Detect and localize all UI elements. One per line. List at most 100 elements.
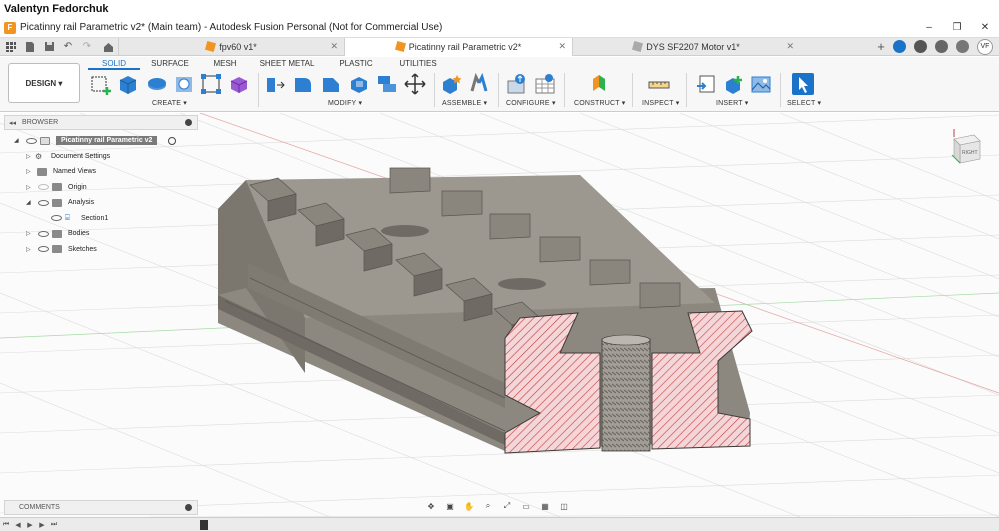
tab-utilities[interactable]: UTILITIES [388,59,448,70]
press-pull-icon[interactable] [264,73,286,95]
inspect-menu[interactable]: INSPECT ▾ [642,99,679,107]
modify-menu[interactable]: MODIFY ▾ [328,99,362,107]
expand-triangle-icon[interactable]: ▷ [26,168,35,175]
tab-picatinny-rail[interactable]: Picatinny rail Parametric v2* ✕ [344,37,572,56]
notifications-icon[interactable] [935,40,948,53]
tab-sheet-metal[interactable]: SHEET METAL [250,59,324,70]
user-avatar[interactable]: VF [977,38,993,55]
expand-triangle-icon[interactable]: ▷ [26,230,35,237]
configure-table-icon[interactable] [534,73,556,95]
orbit-icon[interactable]: ✥ [424,500,438,512]
visibility-eye-icon[interactable] [26,137,37,144]
measure-icon[interactable] [648,73,670,95]
tab-fpv60[interactable]: fpv60 v1* ✕ [118,37,344,56]
visibility-eye-icon[interactable] [38,184,49,191]
close-button[interactable]: ✕ [971,22,999,33]
new-component-icon[interactable] [440,73,462,95]
timeline-start-icon[interactable]: ⏮ [0,521,12,529]
chamfer-icon[interactable] [320,73,342,95]
combine-icon[interactable] [376,73,398,95]
apps-grid-icon[interactable] [3,39,19,55]
tab-dys-motor[interactable]: DYS SF2207 Motor v1* ✕ [572,37,800,56]
browser-item-section1[interactable]: ⌸ Section1 [14,211,157,227]
new-tab-icon[interactable]: + [873,39,889,55]
display-settings-icon[interactable]: ▭ [519,500,533,512]
maximize-button[interactable]: ❐ [943,22,971,33]
look-at-icon[interactable]: ▣ [443,500,457,512]
timeline-marker[interactable] [200,520,208,530]
browser-item-document-settings[interactable]: ▷ ⚙ Document Settings [14,149,157,165]
save-icon[interactable] [41,39,57,55]
collapse-triangle-icon[interactable]: ◢ [26,199,35,206]
visibility-eye-icon[interactable] [38,246,49,253]
insert-menu[interactable]: INSERT ▾ [716,99,748,107]
joint-icon[interactable] [468,72,490,95]
select-menu[interactable]: SELECT ▾ [787,99,821,107]
job-status-icon[interactable] [893,40,906,53]
close-tab-icon[interactable]: ✕ [330,41,338,52]
timeline-forward-icon[interactable]: ▶ [36,521,48,529]
expand-triangle-icon[interactable]: ▷ [26,246,35,253]
extensions-icon[interactable] [914,40,927,53]
file-menu-icon[interactable] [22,39,38,55]
insert-canvas-icon[interactable] [750,73,772,95]
change-parameters-icon[interactable] [506,73,528,95]
collapse-arrows-icon[interactable]: ◂◂ [9,119,16,127]
timeline-play-icon[interactable]: ▶ [24,521,36,529]
construct-plane-icon[interactable] [588,73,610,95]
undo-icon[interactable]: ↶ [60,39,76,55]
expand-triangle-icon[interactable]: ▷ [26,184,35,191]
create-hole-icon[interactable] [173,73,195,95]
insert-derive-icon[interactable] [695,73,717,95]
assemble-menu[interactable]: ASSEMBLE ▾ [442,99,487,107]
insert-component-icon[interactable] [723,73,745,95]
tab-solid[interactable]: SOLID [88,59,140,70]
browser-item-sketches[interactable]: ▷ Sketches [14,242,157,258]
create-box-icon[interactable] [117,73,139,95]
select-cursor-icon[interactable] [792,73,814,95]
viewcube[interactable]: RIGHT [948,125,982,167]
tab-mesh[interactable]: MESH [200,59,250,70]
configure-menu[interactable]: CONFIGURE ▾ [506,99,556,107]
fit-icon[interactable]: ⤢ [500,500,514,512]
help-icon[interactable] [956,40,969,53]
picatinny-rail-model[interactable] [218,167,753,454]
3d-viewport[interactable]: ◂◂ BROWSER ◢ Picatinny rail Parametric v… [0,113,999,517]
zoom-icon[interactable]: ⌕ [481,500,495,512]
expand-triangle-icon[interactable]: ◢ [14,137,23,144]
workspace-switcher[interactable]: DESIGN ▾ [8,63,80,103]
browser-item-origin[interactable]: ▷ Origin [14,180,157,196]
expand-triangle-icon[interactable]: ▷ [26,153,35,160]
construct-menu[interactable]: CONSTRUCT ▾ [574,99,625,107]
move-copy-icon[interactable] [404,73,426,95]
create-pattern-icon[interactable] [200,73,222,95]
browser-root-node[interactable]: ◢ Picatinny rail Parametric v2 [14,133,176,149]
visibility-eye-icon[interactable] [38,199,49,206]
close-tab-icon[interactable]: ✕ [558,41,566,52]
timeline-end-icon[interactable]: ⏭ [48,521,60,529]
shell-icon[interactable] [348,73,370,95]
redo-icon[interactable]: ↷ [79,39,95,55]
minimize-panel-icon[interactable] [185,119,192,126]
browser-item-named-views[interactable]: ▷ Named Views [14,164,157,180]
tab-surface[interactable]: SURFACE [140,59,200,70]
minimize-button[interactable]: – [915,22,943,33]
close-tab-icon[interactable]: ✕ [786,41,794,52]
home-icon[interactable] [98,39,118,55]
create-form-icon[interactable] [228,73,250,95]
visibility-eye-icon[interactable] [51,215,62,222]
browser-item-bodies[interactable]: ▷ Bodies [14,226,157,242]
create-revolve-icon[interactable] [146,73,168,95]
comments-panel-header[interactable]: COMMENTS [4,500,198,515]
pan-hand-icon[interactable]: ✋ [462,500,476,512]
create-sketch-icon[interactable] [90,73,112,95]
browser-panel-header[interactable]: ◂◂ BROWSER [4,115,198,130]
timeline-back-icon[interactable]: ◀ [12,521,24,529]
visibility-eye-icon[interactable] [38,230,49,237]
fillet-icon[interactable] [292,73,314,95]
browser-item-analysis[interactable]: ◢ Analysis [14,195,157,211]
grid-settings-icon[interactable]: ▦ [538,500,552,512]
minimize-panel-icon[interactable] [185,504,192,511]
viewports-icon[interactable]: ◫ [557,500,571,512]
tab-plastic[interactable]: PLASTIC [324,59,388,70]
